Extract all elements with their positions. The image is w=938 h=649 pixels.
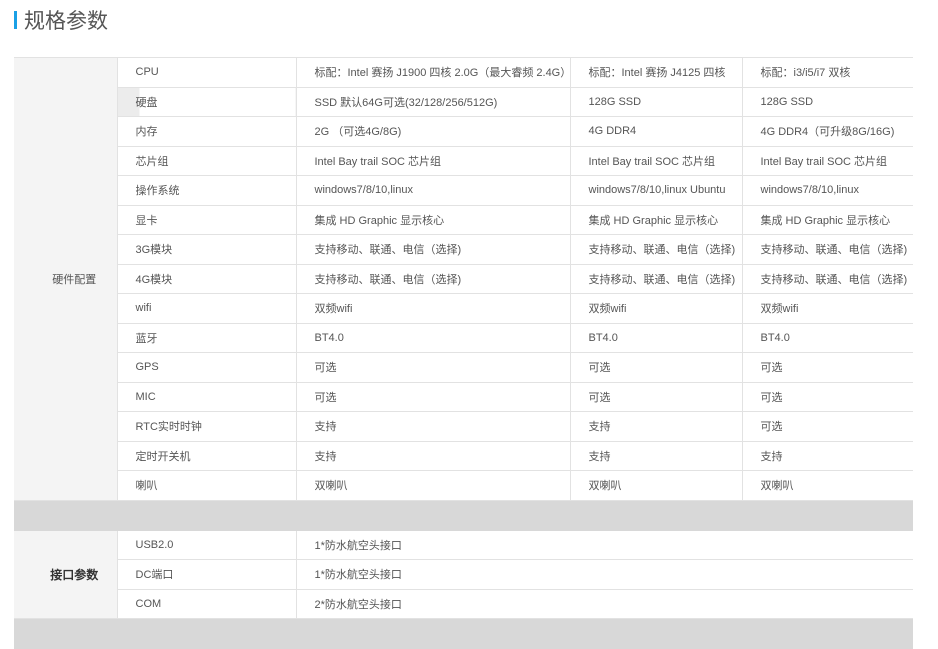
spec-value: 128G SSD — [569, 86, 743, 117]
table-row: GPS 可选 可选 可选 — [14, 352, 913, 383]
spec-value: windows7/8/10,linux — [741, 175, 913, 206]
table-row: 硬件配置 CPU 标配：Intel 赛扬 J1900 四核 2.0G（最大睿频 … — [14, 57, 913, 501]
spec-value: windows7/8/10,linux — [295, 175, 571, 206]
spec-label: RTC实时时钟 — [117, 411, 297, 442]
spec-value: 双喇叭 — [569, 470, 743, 501]
spec-value: BT4.0 — [295, 322, 571, 353]
spec-value: 双喇叭 — [741, 470, 913, 501]
spec-label: 硬盘 — [117, 86, 297, 117]
spec-label: 蓝牙 — [117, 322, 297, 353]
spec-value: 集成 HD Graphic 显示核心 — [295, 204, 571, 235]
spec-label: 内存 — [117, 116, 297, 147]
spec-value: 标配：i3/i5/i7 双核 — [741, 57, 913, 88]
table-row: 接口参数 USB2.0 1*防水航空头接口 — [14, 529, 913, 619]
spec-value: 可选 — [295, 352, 571, 383]
table-row: RTC实时时钟 支持 支持 可选 — [14, 411, 913, 442]
table-row: 硬盘 SSD 默认64G可选(32/128/256/512G) 128G SSD… — [14, 86, 913, 117]
spec-value: 支持 — [741, 440, 913, 471]
spec-label: 喇叭 — [117, 470, 297, 501]
spec-value: 双喇叭 — [295, 470, 571, 501]
page-title: 规格参数 — [24, 9, 108, 33]
spec-value: BT4.0 — [569, 322, 743, 353]
spec-value: 可选 — [741, 381, 913, 412]
spec-label: CPU — [116, 57, 297, 88]
spec-value: 128G SSD — [741, 86, 913, 117]
table-row: DC端口 1*防水航空头接口 — [14, 559, 913, 590]
spec-label: GPS — [117, 352, 297, 383]
spec-value: 标配：Intel 赛扬 J4125 四核 — [569, 57, 743, 88]
spec-value: 支持移动、联通、电信（选择) — [741, 263, 913, 294]
table-row: 4G模块 支持移动、联通、电信（选择) 支持移动、联通、电信（选择) 支持移动、… — [14, 263, 913, 294]
spec-label: 显卡 — [117, 204, 297, 235]
table-row: 内存 2G （可选4G/8G) 4G DDR4 4G DDR4（可升级8G/16… — [14, 116, 913, 147]
table-row: 蓝牙 BT4.0 BT4.0 BT4.0 — [14, 322, 913, 353]
section-ports-label: 接口参数 — [14, 529, 118, 619]
spec-value: 4G DDR4 — [569, 116, 743, 147]
spec-label: 操作系统 — [117, 175, 297, 206]
spec-value: 支持移动、联通、电信（选择) — [569, 234, 743, 265]
spec-value: 支持移动、联通、电信（选择) — [295, 263, 571, 294]
spec-value: 双频wifi — [741, 293, 913, 324]
spec-value: 支持 — [569, 411, 743, 442]
port-value: 2*防水航空头接口 — [295, 588, 913, 619]
spec-label: MIC — [117, 381, 297, 412]
spec-value: 支持移动、联通、电信（选择) — [741, 234, 913, 265]
spec-value: 双频wifi — [295, 293, 571, 324]
spec-value: Intel Bay trail SOC 芯片组 — [569, 145, 743, 176]
spec-value: 支持移动、联通、电信（选择) — [569, 263, 743, 294]
spec-value: windows7/8/10,linux Ubuntu — [569, 175, 743, 206]
spec-value: 支持移动、联通、电信（选择) — [295, 234, 571, 265]
table-row: 喇叭 双喇叭 双喇叭 双喇叭 — [14, 470, 913, 501]
table-row: 操作系统 windows7/8/10,linux windows7/8/10,l… — [14, 175, 913, 206]
spec-value: Intel Bay trail SOC 芯片组 — [295, 145, 571, 176]
port-value: 1*防水航空头接口 — [295, 559, 913, 590]
spec-value: BT4.0 — [741, 322, 913, 353]
spec-value: 4G DDR4（可升级8G/16G) — [741, 116, 913, 147]
spec-value: 可选 — [741, 411, 913, 442]
section-separator — [14, 499, 913, 531]
section-separator — [14, 618, 913, 649]
separator-band — [14, 618, 913, 649]
spec-value: 2G （可选4G/8G) — [295, 116, 571, 147]
port-label: DC端口 — [117, 559, 297, 590]
table-row: 3G模块 支持移动、联通、电信（选择) 支持移动、联通、电信（选择) 支持移动、… — [14, 234, 913, 265]
spec-table: 硬件配置 CPU 标配：Intel 赛扬 J1900 四核 2.0G（最大睿频 … — [14, 57, 913, 649]
table-row: 显卡 集成 HD Graphic 显示核心 集成 HD Graphic 显示核心… — [14, 204, 913, 235]
table-row: wifi 双频wifi 双频wifi 双频wifi — [14, 293, 913, 324]
port-label: USB2.0 — [116, 529, 297, 560]
section-hardware-label: 硬件配置 — [14, 57, 118, 501]
spec-value: 支持 — [295, 440, 571, 471]
port-label: COM — [117, 588, 297, 619]
spec-value: 集成 HD Graphic 显示核心 — [569, 204, 743, 235]
spec-value: 可选 — [741, 352, 913, 383]
spec-label: 芯片组 — [117, 145, 297, 176]
spec-value: 可选 — [295, 381, 571, 412]
spec-label: wifi — [117, 293, 297, 324]
table-row: COM 2*防水航空头接口 — [14, 588, 913, 619]
spec-label: 4G模块 — [117, 263, 297, 294]
spec-value: SSD 默认64G可选(32/128/256/512G) — [295, 86, 571, 117]
spec-value: 标配：Intel 赛扬 J1900 四核 2.0G（最大睿频 2.4G） — [295, 57, 571, 88]
spec-label: 3G模块 — [117, 234, 297, 265]
spec-label: 定时开关机 — [117, 440, 297, 471]
spec-value: 支持 — [569, 440, 743, 471]
table-row: MIC 可选 可选 可选 — [14, 381, 913, 412]
spec-value: 双频wifi — [569, 293, 743, 324]
separator-band — [14, 499, 913, 531]
spec-value: 可选 — [569, 352, 743, 383]
table-row: 芯片组 Intel Bay trail SOC 芯片组 Intel Bay tr… — [14, 145, 913, 176]
spec-value: 集成 HD Graphic 显示核心 — [741, 204, 913, 235]
title-accent-bar — [14, 11, 17, 29]
port-value: 1*防水航空头接口 — [295, 529, 913, 560]
spec-value: Intel Bay trail SOC 芯片组 — [741, 145, 913, 176]
spec-value: 支持 — [295, 411, 571, 442]
table-row: 定时开关机 支持 支持 支持 — [14, 440, 913, 471]
spec-value: 可选 — [569, 381, 743, 412]
